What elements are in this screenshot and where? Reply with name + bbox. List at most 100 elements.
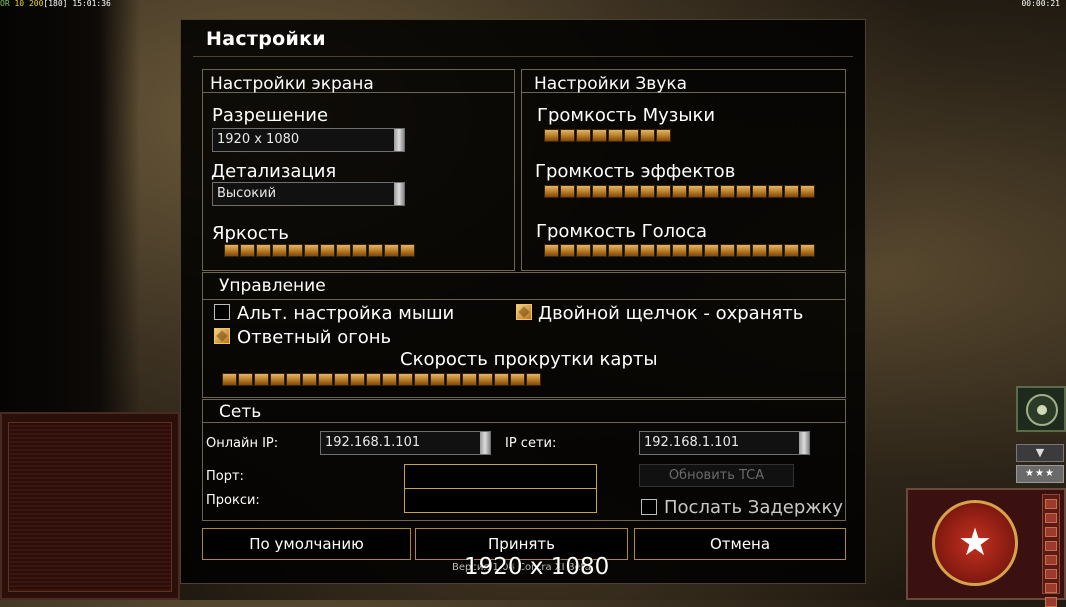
slider-segment <box>366 373 381 386</box>
hud-timer: 00:00:21 <box>1021 0 1060 8</box>
update-tca-button[interactable]: Обновить TCA <box>639 464 794 487</box>
faction-star-icon: ★ <box>932 500 1018 586</box>
slider-segment <box>704 244 719 257</box>
default-button[interactable]: По умолчанию <box>202 528 411 560</box>
slider-segment <box>560 185 575 198</box>
slider-segment <box>320 244 335 257</box>
slider-segment <box>784 244 799 257</box>
detail-value: Высокий <box>217 186 277 201</box>
resolution-value: 1920 x 1080 <box>217 132 300 147</box>
alt-mouse-checkbox[interactable] <box>214 304 230 320</box>
hud-prefix: OR <box>0 0 10 8</box>
control-title: Управление <box>219 276 326 296</box>
slider-segment <box>720 244 735 257</box>
slider-segment <box>336 244 351 257</box>
double-click-guard-checkbox[interactable] <box>516 304 532 320</box>
slider-segment <box>560 244 575 257</box>
slider-segment <box>592 244 607 257</box>
rank-stars-button[interactable]: ★★★ <box>1016 465 1064 483</box>
cancel-button[interactable]: Отмена <box>634 528 846 560</box>
voice-volume-slider[interactable] <box>544 244 815 258</box>
detail-dropdown-scroll[interactable] <box>394 183 404 205</box>
slider-segment <box>398 373 413 386</box>
left-command-panel <box>0 412 180 600</box>
slider-segment <box>544 244 559 257</box>
music-volume-label: Громкость Музыки <box>537 105 716 126</box>
slider-segment <box>608 129 623 142</box>
port-label: Порт: <box>206 469 244 484</box>
brightness-slider[interactable] <box>224 244 415 258</box>
slider-segment <box>478 373 493 386</box>
slider-segment <box>576 185 591 198</box>
slider-segment <box>272 244 287 257</box>
slider-segment <box>624 129 639 142</box>
hud-stats: OR 10 200[180] 15:01:36 <box>0 0 111 8</box>
slider-segment <box>270 373 285 386</box>
detail-dropdown[interactable]: Высокий <box>212 182 405 206</box>
slider-segment <box>640 129 655 142</box>
side-slot-strip <box>1042 494 1060 607</box>
send-delay-label: Послать Задержку <box>664 497 844 518</box>
radar-button[interactable] <box>1016 386 1066 432</box>
slider-segment <box>576 129 591 142</box>
slider-segment <box>288 244 303 257</box>
online-ip-value: 192.168.1.101 <box>325 435 421 450</box>
slider-segment <box>592 129 607 142</box>
slider-segment <box>608 244 623 257</box>
slider-segment <box>688 185 703 198</box>
scroll-speed-label: Скорость прокрутки карты <box>400 349 658 370</box>
slider-segment <box>656 244 671 257</box>
slider-segment <box>672 185 687 198</box>
port-field[interactable] <box>404 464 597 489</box>
slider-segment <box>238 373 253 386</box>
send-delay-checkbox[interactable] <box>641 499 657 515</box>
music-volume-slider[interactable] <box>544 129 671 143</box>
slider-segment <box>704 185 719 198</box>
slider-segment <box>430 373 445 386</box>
hud-clock: 15:01:36 <box>72 0 111 8</box>
title-divider <box>193 56 853 57</box>
hud-stat-1: 10 <box>14 0 25 8</box>
slider-segment <box>608 185 623 198</box>
slider-segment <box>224 244 239 257</box>
slider-segment <box>494 373 509 386</box>
lan-ip-value: 192.168.1.101 <box>644 435 740 450</box>
slider-segment <box>752 185 767 198</box>
slider-segment <box>286 373 301 386</box>
resolution-dropdown-scroll[interactable] <box>394 129 404 151</box>
slider-segment <box>720 185 735 198</box>
hud-stat-2: 200 <box>28 0 44 8</box>
slider-segment <box>624 244 639 257</box>
slider-segment <box>256 244 271 257</box>
slider-segment <box>304 244 319 257</box>
slider-segment <box>576 244 591 257</box>
return-fire-label: Ответный огонь <box>237 327 392 348</box>
lan-ip-dropdown-scroll[interactable] <box>799 432 809 454</box>
resolution-dropdown[interactable]: 1920 x 1080 <box>212 128 405 152</box>
slider-segment <box>544 129 559 142</box>
online-ip-dropdown[interactable]: 192.168.1.101 <box>320 431 491 455</box>
slider-segment <box>656 185 671 198</box>
slider-segment <box>560 129 575 142</box>
slider-segment <box>352 244 367 257</box>
effects-volume-label: Громкость эффектов <box>535 161 736 182</box>
slider-segment <box>640 244 655 257</box>
lan-ip-dropdown[interactable]: 192.168.1.101 <box>639 431 810 455</box>
network-header <box>203 400 845 423</box>
double-click-guard-label: Двойной щелчок - охранять <box>538 303 804 324</box>
slider-segment <box>768 244 783 257</box>
slider-segment <box>368 244 383 257</box>
slider-segment <box>350 373 365 386</box>
slider-segment <box>510 373 525 386</box>
effects-volume-slider[interactable] <box>544 185 815 199</box>
scroll-speed-slider[interactable] <box>222 373 541 387</box>
slider-segment <box>462 373 477 386</box>
proxy-field[interactable] <box>404 488 597 513</box>
slider-segment <box>240 244 255 257</box>
online-ip-dropdown-scroll[interactable] <box>480 432 490 454</box>
slider-segment <box>800 185 815 198</box>
collapse-down-button[interactable]: ▼ <box>1016 444 1064 462</box>
slider-segment <box>752 244 767 257</box>
alt-mouse-label: Альт. настройка мыши <box>237 303 455 324</box>
return-fire-checkbox[interactable] <box>214 328 230 344</box>
